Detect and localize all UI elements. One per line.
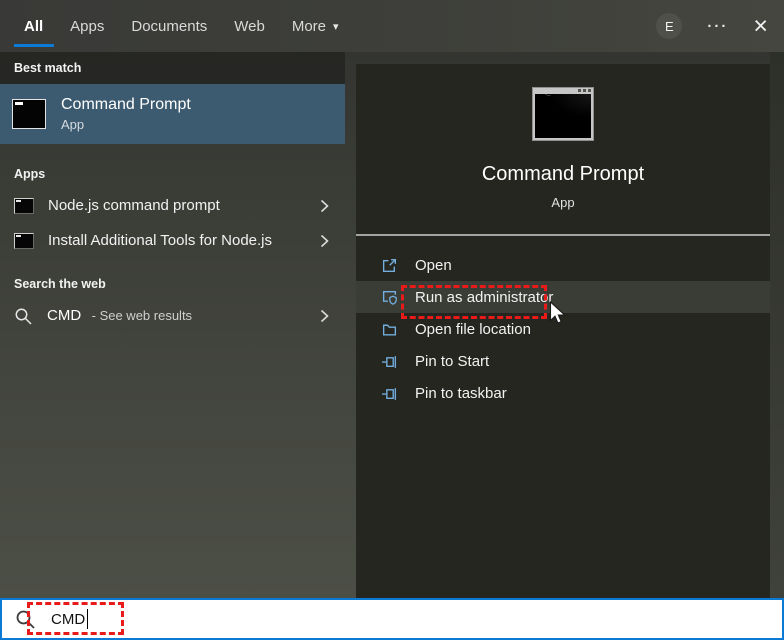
folder-icon [381,321,398,338]
tab-apps-label: Apps [70,17,105,35]
shield-admin-icon [381,289,398,306]
menu-item-label: Pin to Start [415,352,490,370]
command-prompt-icon [12,99,46,129]
menu-item-pin-to-taskbar[interactable]: Pin to taskbar [356,377,770,409]
text-caret [87,609,89,629]
menu-item-label: Run as administrator [415,288,554,306]
command-prompt-icon [14,232,34,249]
best-match-text: Command Prompt App [61,96,191,132]
active-tab-underline [13,44,54,47]
open-icon [381,257,398,274]
tab-all-label: All [24,17,44,35]
search-input-value: CMD [51,610,86,628]
chevron-right-icon[interactable] [320,199,329,213]
tab-web-label: Web [234,17,265,35]
divider [356,234,770,236]
search-icon [15,609,36,630]
chevron-right-icon[interactable] [320,234,329,248]
best-match-subtitle: App [61,117,85,132]
result-label: Install Additional Tools for Node.js [48,232,273,249]
tab-documents[interactable]: Documents [131,0,207,52]
chevron-right-icon[interactable] [320,309,329,323]
tab-web[interactable]: Web [234,0,265,52]
taskbar-search-input[interactable]: CMD [0,598,784,640]
menu-item-pin-to-start[interactable]: Pin to Start [356,345,770,377]
menu-item-open-file-location[interactable]: Open file location [356,313,770,345]
menu-item-open[interactable]: Open [356,249,770,281]
best-match-result[interactable]: Command Prompt App [0,84,345,144]
web-query: CMD [47,307,82,324]
tab-more-label: More [291,17,327,35]
context-action-menu: Open Run as administrator Open file loca… [356,249,770,409]
web-result-text: CMD - See web results [47,307,192,325]
result-install-additional-tools[interactable]: Install Additional Tools for Node.js [0,225,345,256]
menu-item-label: Open [415,256,452,274]
close-icon[interactable]: × [753,13,768,39]
web-suffix: - See web results [91,308,193,323]
result-cmd-web-search[interactable]: CMD - See web results [0,300,345,332]
user-avatar[interactable]: E [656,13,683,39]
chevron-down-icon: ▾ [333,20,339,33]
command-prompt-icon [14,197,34,214]
menu-item-label: Open file location [415,320,531,338]
tab-more[interactable]: More ▾ [292,0,339,52]
search-window-topbar: All Apps Documents Web More ▾ E ··· × [0,0,784,52]
search-icon [14,307,33,326]
tab-documents-label: Documents [131,17,208,35]
app-hero: C:\_ Command Prompt App [356,64,770,236]
result-nodejs-command-prompt[interactable]: Node.js command prompt [0,190,345,221]
apps-section-header: Apps [14,167,46,181]
command-prompt-icon-large: C:\_ [532,87,594,141]
window-controls-dots [578,89,591,92]
desktop-edge-strip [770,52,784,598]
filter-tabs: All Apps Documents Web More ▾ [13,0,339,52]
tab-apps[interactable]: Apps [70,0,104,52]
terminal-screen [535,94,591,138]
results-panel: Best match Command Prompt App Apps Node.… [0,52,345,598]
topbar-controls: E ··· × [656,0,768,52]
app-title: Command Prompt [481,163,645,185]
best-match-header: Best match [0,52,345,84]
more-options-icon[interactable]: ··· [707,18,728,35]
result-label: Node.js command prompt [48,197,220,214]
pin-icon [381,353,398,370]
best-match-title: Command Prompt [61,96,191,113]
pin-icon [381,385,398,402]
menu-item-label: Pin to taskbar [415,384,507,402]
app-subtitle: App [551,195,575,210]
menu-item-run-as-administrator[interactable]: Run as administrator [356,281,770,313]
preview-panel: C:\_ Command Prompt App Open Run as admi… [356,64,770,598]
terminal-prompt-text: C:\_ [536,89,551,96]
tab-all[interactable]: All [13,0,54,52]
search-the-web-header: Search the web [14,277,106,291]
